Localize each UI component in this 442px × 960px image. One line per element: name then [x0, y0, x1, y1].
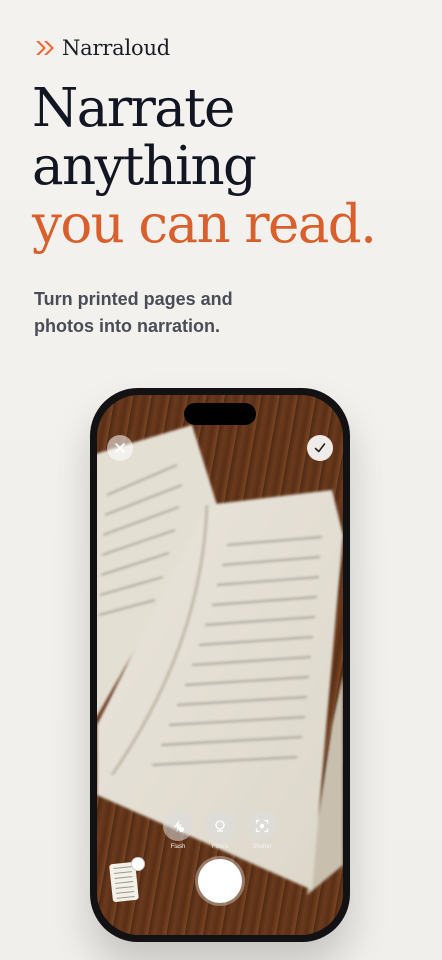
book-photo [97, 425, 343, 895]
brand-name: Narraloud [62, 36, 171, 60]
headline-line-1: Narrate [32, 78, 235, 139]
shutter-label: Shutter [252, 844, 272, 850]
filters-toggle[interactable]: Filters [205, 811, 235, 850]
phone-mockup: Flash Filters Shutter [90, 388, 350, 942]
camera-screen: Flash Filters Shutter [97, 395, 343, 935]
headline-line-2: anything [32, 136, 257, 197]
headline: Narrate anything you can read. [32, 78, 377, 255]
headline-line-3: you can read. [32, 194, 377, 255]
flash-label: Flash [170, 844, 186, 850]
dynamic-island [184, 403, 256, 425]
brand: Narraloud [34, 36, 170, 60]
close-icon [115, 443, 125, 453]
camera-tools: Flash Filters Shutter [97, 811, 343, 850]
flash-toggle[interactable]: Flash [163, 811, 193, 850]
shutter-button[interactable] [198, 859, 242, 903]
filters-icon [205, 811, 235, 841]
flash-off-icon [163, 811, 193, 841]
shutter-toggle[interactable]: Shutter [247, 811, 277, 850]
close-button[interactable] [107, 435, 133, 461]
scan-icon [247, 811, 277, 841]
filters-label: Filters [211, 844, 229, 850]
confirm-button[interactable] [307, 435, 333, 461]
capture-count-badge [131, 857, 145, 871]
checkmark-icon [314, 443, 326, 453]
double-chevron-icon [36, 41, 54, 55]
subtitle: Turn printed pages and photos into narra… [34, 289, 233, 336]
